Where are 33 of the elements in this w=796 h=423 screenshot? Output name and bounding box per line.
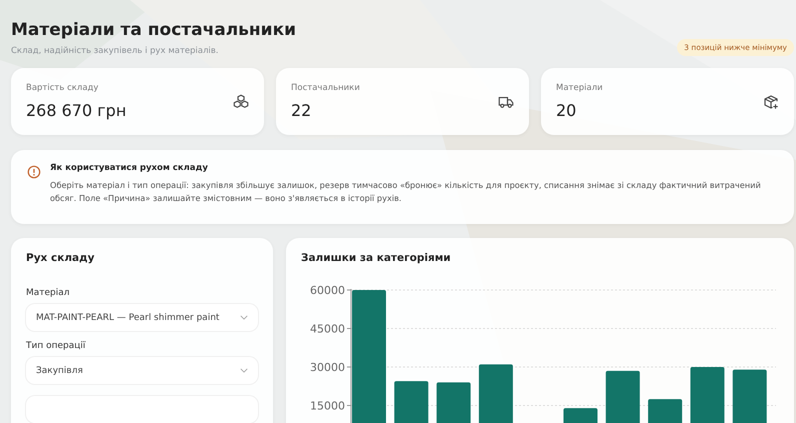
info-text: Оберіть матеріал і тип операції: закупівля збільшує залишок, резерв тимчасово «бронює» кількість для проєкту, списання знімає зі складу фактичний витрачений обсяг. Поле «Причина» залишайте змістовним — воно з'являється в історії рухів. [50, 179, 762, 206]
stat-value: 22 [291, 101, 312, 120]
bar [394, 381, 428, 423]
stat-label: Вартість складу [26, 83, 100, 93]
field-label: Матеріал [26, 288, 71, 298]
chevron-down-icon [240, 368, 248, 373]
axis-tick-label: 60000 [310, 284, 345, 297]
bar [690, 367, 724, 423]
stat-label: Матеріали [556, 83, 603, 93]
field-label: Тип операції [26, 341, 86, 351]
page-subtitle: Склад, надійність закупівель і рух матеріалів. [11, 46, 220, 56]
stat-value: 268 670 грн [26, 101, 126, 120]
page-title: Матеріали та постачальники [11, 20, 296, 40]
axis-tick-label: 45000 [310, 322, 345, 336]
alert-icon [27, 165, 41, 179]
panel-title: Рух складу [26, 252, 96, 264]
axis-tick-label: 30000 [310, 361, 345, 374]
stat-value: 20 [556, 101, 578, 120]
select-field[interactable]: Закупівля [26, 357, 258, 384]
chevron-down-icon [240, 315, 248, 320]
bar [648, 399, 682, 423]
bar [564, 408, 598, 423]
axis-tick-label: 15000 [310, 400, 345, 412]
boxes-icon [232, 92, 250, 110]
bar [732, 370, 767, 423]
stat-label: Постачальники [291, 83, 360, 93]
package-plus-icon [762, 92, 780, 110]
bar [436, 382, 471, 423]
bar [478, 364, 513, 423]
bar [606, 370, 640, 423]
info-title: Як користуватися рухом складу [50, 163, 209, 173]
select-field[interactable]: MAT-PAINT-PEARL — Pearl shimmer paint [26, 304, 258, 331]
chart-title: Залишки за категоріями [301, 252, 452, 264]
